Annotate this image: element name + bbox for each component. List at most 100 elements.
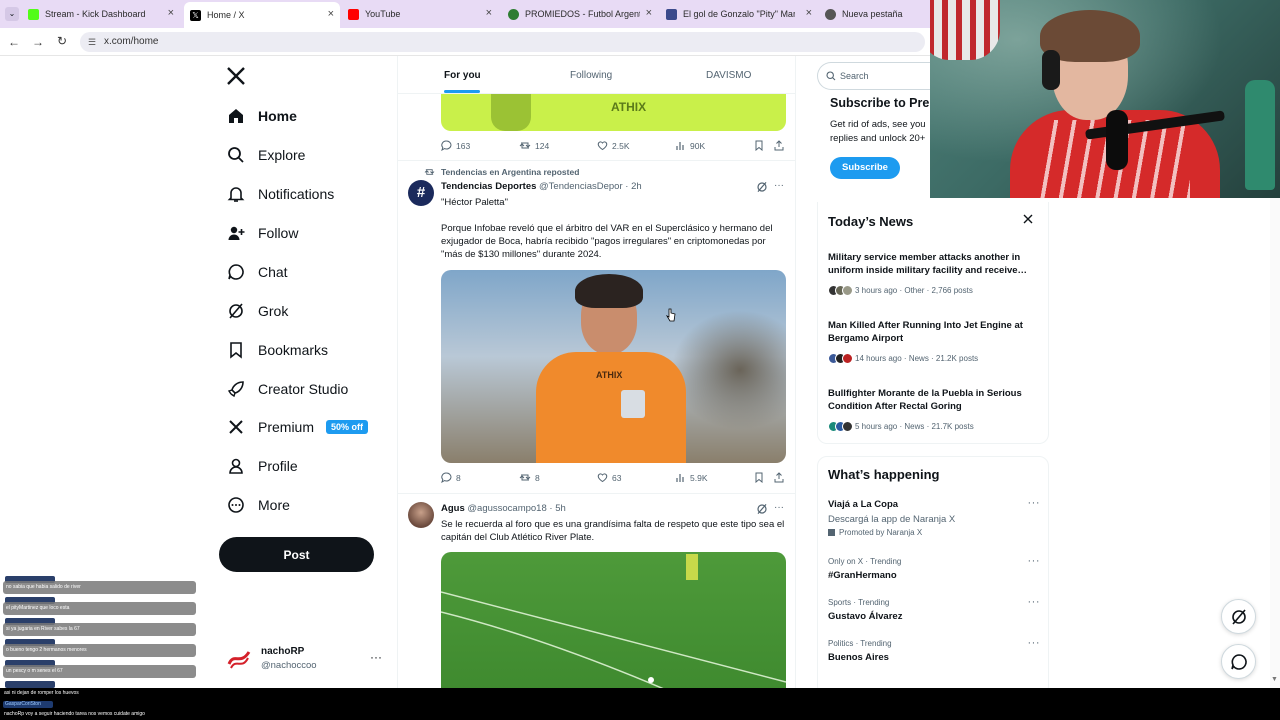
nav-more[interactable]: More — [226, 490, 290, 520]
back-icon[interactable]: ← — [8, 35, 20, 49]
youtube-icon — [348, 8, 359, 20]
reply-button[interactable]: 8 — [441, 472, 461, 483]
author-handle[interactable]: @TendenciasDepor — [539, 181, 623, 192]
repost-icon — [424, 169, 435, 175]
avatar[interactable] — [408, 502, 434, 528]
tab-list-dropdown[interactable]: ⌄ — [5, 7, 19, 21]
trend-more-icon[interactable]: ··· — [1028, 497, 1041, 509]
news-item[interactable]: Bullfighter Morante de la Puebla in Seri… — [818, 386, 1050, 434]
subscribe-panel: Subscribe to Pre Get rid of ads, see you… — [817, 93, 930, 188]
repost-button[interactable]: 124 — [519, 140, 549, 151]
news-item[interactable]: Military service member attacks another … — [818, 250, 1050, 298]
webcam-jersey-on-wall — [930, 0, 1000, 60]
tweet-video[interactable] — [441, 552, 786, 688]
trend-more-icon[interactable]: ··· — [1028, 555, 1041, 567]
url-input[interactable]: ☰ x.com/home — [80, 32, 925, 52]
nav-premium[interactable]: Premium 50% off — [226, 412, 369, 442]
x-logo-icon[interactable] — [226, 66, 246, 86]
nav-profile[interactable]: Profile — [226, 451, 298, 481]
author-name[interactable]: Tendencias Deportes — [441, 181, 536, 192]
site-info-icon[interactable]: ☰ — [88, 32, 96, 52]
scroll-down-icon[interactable]: ▼ — [1271, 676, 1278, 683]
trend-context: Only on X · Trending — [828, 557, 902, 566]
news-item[interactable]: Man Killed After Running Into Jet Engine… — [818, 318, 1050, 366]
nav-grok[interactable]: Grok — [226, 296, 288, 326]
grok-icon — [1230, 608, 1248, 626]
close-icon[interactable]: × — [486, 7, 492, 19]
subscribe-button[interactable]: Subscribe — [830, 157, 900, 179]
messages-float-button[interactable] — [1221, 644, 1256, 679]
promoted-trend[interactable]: Viajá a La Copa Descargá la app de Naran… — [818, 497, 1050, 543]
nav-follow[interactable]: Follow — [226, 218, 298, 248]
post-button[interactable]: Post — [219, 537, 374, 572]
add-person-icon — [226, 223, 246, 243]
browser-tab-active[interactable]: 𝕏 Home / X × — [184, 2, 340, 28]
grok-float-button[interactable] — [1221, 599, 1256, 634]
account-more-icon[interactable]: ··· — [370, 650, 382, 664]
chat-message: el pityMartinez que loco esta — [3, 602, 196, 615]
trend-more-icon[interactable]: ··· — [1028, 596, 1041, 608]
close-icon[interactable]: × — [646, 7, 652, 19]
tweet-time[interactable]: · 2h — [625, 181, 641, 192]
nav-explore[interactable]: Explore — [226, 140, 305, 170]
tweet-more-icon[interactable]: ··· — [774, 180, 784, 191]
like-button[interactable]: 63 — [597, 472, 621, 483]
close-icon[interactable]: × — [806, 7, 812, 19]
tab-following[interactable]: Following — [570, 70, 612, 81]
share-button[interactable] — [774, 472, 788, 483]
news-headline: Bullfighter Morante de la Puebla in Seri… — [828, 388, 1022, 412]
forward-icon[interactable]: → — [32, 35, 44, 49]
nav-chat[interactable]: Chat — [226, 257, 288, 287]
nav-bookmarks[interactable]: Bookmarks — [226, 335, 328, 365]
tweet-image[interactable]: ATHIX — [441, 270, 786, 463]
repost-button[interactable]: 8 — [519, 472, 540, 483]
bookmark-button[interactable] — [754, 472, 768, 483]
close-icon[interactable] — [1023, 214, 1033, 224]
close-icon[interactable]: × — [328, 8, 334, 20]
nav-notifications[interactable]: Notifications — [226, 179, 334, 209]
tweet-more-icon[interactable]: ··· — [774, 502, 784, 513]
author-name[interactable]: Agus — [441, 503, 465, 514]
chat-message: no sabia que habia salido de river — [3, 581, 196, 594]
browser-tab[interactable]: Nueva pestaña — [825, 4, 925, 24]
reply-button[interactable]: 163 — [441, 140, 470, 151]
browser-tab[interactable]: PROMIEDOS - Futbol Argentino × — [508, 4, 658, 24]
tab-davismo[interactable]: DAVISMO — [706, 70, 751, 81]
browser-tab-bar: ⌄ Stream - Kick Dashboard × 𝕏 Home / X ×… — [0, 0, 930, 28]
tweet-time[interactable]: · 5h — [549, 503, 565, 514]
chat-message: si ya jugaria en River sabes la 67 — [3, 623, 196, 636]
views-button[interactable]: 5.9K — [675, 472, 708, 483]
account-handle: @nachoccoo — [261, 660, 317, 671]
nav-creator-studio[interactable]: Creator Studio — [226, 374, 348, 404]
tab-for-you[interactable]: For you — [444, 70, 481, 81]
browser-tab[interactable]: El gol de Gonzalo "Pity" Martínez × — [666, 4, 818, 24]
like-button[interactable]: 2.5K — [597, 140, 630, 151]
search-box[interactable]: Search — [817, 62, 947, 90]
reload-icon[interactable]: ↻ — [57, 34, 67, 48]
tweet-image[interactable]: ATHIX — [441, 94, 786, 131]
bookmark-button[interactable] — [754, 140, 768, 151]
grok-icon[interactable] — [756, 503, 768, 515]
close-icon[interactable]: × — [168, 7, 174, 19]
browser-tab[interactable]: Stream - Kick Dashboard × — [28, 4, 180, 24]
grok-icon[interactable] — [756, 181, 768, 193]
promoted-label: Promoted by Naranja X — [828, 528, 922, 537]
trend-item[interactable]: Sports · Trending Gustavo Álvarez ··· — [818, 596, 1050, 628]
account-switcher[interactable]: nachoRP @nachoccoo ··· — [226, 642, 386, 676]
timeline-tabs: For you Following DAVISMO — [398, 56, 795, 94]
nav-home[interactable]: Home — [226, 101, 297, 131]
avatar[interactable]: # — [408, 180, 434, 206]
browser-tab[interactable]: YouTube × — [348, 4, 498, 24]
trend-item[interactable]: Only on X · Trending #GranHermano ··· — [818, 555, 1050, 587]
premium-discount-badge: 50% off — [326, 420, 369, 434]
trend-item[interactable]: Politics · Trending Buenos Aires ··· — [818, 637, 1050, 669]
trend-context: Sports · Trending — [828, 598, 890, 607]
trend-more-icon[interactable]: ··· — [1028, 637, 1041, 649]
share-button[interactable] — [774, 140, 788, 151]
views-button[interactable]: 90K — [675, 140, 705, 151]
jersey-sponsor-text: ATHIX — [611, 100, 647, 114]
author-handle[interactable]: @agussocampo18 — [467, 503, 546, 514]
news-avatars — [828, 420, 853, 432]
tweet-title-text: "Héctor Paletta" — [441, 197, 508, 208]
tweet-image-detail — [491, 94, 531, 131]
